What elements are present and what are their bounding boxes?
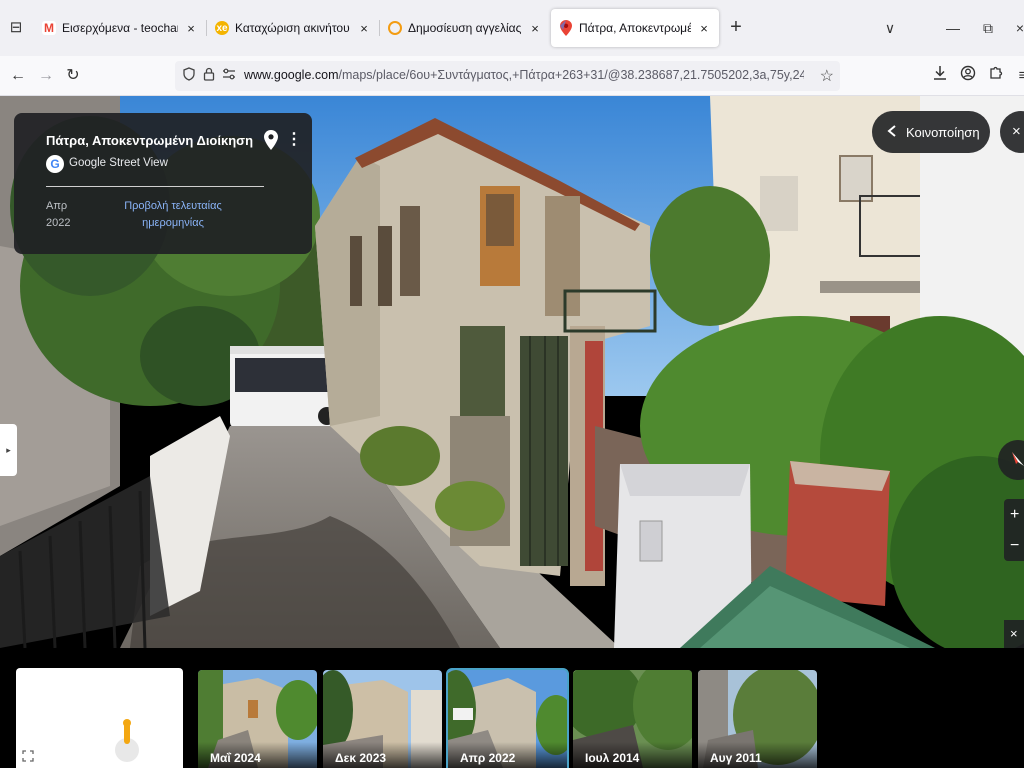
tab-spitogatos[interactable]: Δημοσίευση αγγελίας ιδιώτη | S × [380, 9, 550, 47]
expand-minimap-icon[interactable] [22, 750, 36, 764]
capture-month: Απρ [46, 200, 68, 212]
timeline-thumbnail[interactable]: Δεκ 2023 [323, 670, 442, 768]
tab-title: Εισερχόμενα - teocharalampou [62, 21, 178, 35]
share-button[interactable]: Κοινοποίηση [872, 111, 990, 153]
forward-icon[interactable]: → [35, 65, 57, 87]
divider [46, 186, 264, 187]
url-host: www.google.com [244, 68, 339, 82]
timeline-thumbnail[interactable]: Ιουλ 2014 [573, 670, 692, 768]
lock-icon[interactable] [201, 67, 217, 85]
timeline-date-label: Απρ 2022 [448, 742, 567, 768]
view-latest-date-link[interactable]: Προβολή τελευταίας ημερομηνίας [114, 198, 232, 232]
timeline-date-label: Ιουλ 2014 [573, 742, 692, 768]
extensions-icon[interactable] [985, 65, 1007, 87]
tab-title: Πάτρα, Αποκεντρωμένη Διοίκη [579, 21, 691, 35]
close-tab-icon[interactable]: × [528, 21, 542, 36]
zoom-out-button[interactable]: − [1004, 530, 1024, 561]
zoom-control: + − [1004, 499, 1024, 561]
xe-icon: xe [215, 21, 229, 35]
minimize-icon[interactable]: — [943, 17, 963, 39]
maximize-icon[interactable]: ⧉ [978, 17, 998, 39]
reload-icon[interactable]: ↻ [62, 65, 84, 87]
url-text[interactable]: www.google.com/maps/place/6ου+Συντάγματο… [244, 68, 804, 86]
more-options-icon[interactable]: ⋮ [286, 130, 302, 150]
zoom-in-button[interactable]: + [1004, 499, 1024, 530]
shield-icon[interactable] [181, 67, 197, 85]
new-tab-button[interactable]: + [726, 17, 746, 39]
bookmark-star-icon[interactable]: ☆ [820, 66, 834, 86]
compass-icon[interactable] [998, 440, 1024, 480]
navigation-bar: ← → ↻ www.google.com/maps/place/6ου+Συντ… [0, 56, 1024, 96]
timeline-date-label: Δεκ 2023 [323, 742, 442, 768]
tab-title: Καταχώριση ακινήτου | xe.gr [235, 21, 351, 35]
view-latest-line-2: ημερομηνίας [142, 217, 204, 229]
timeline-thumbnail[interactable]: Αυγ 2011 [698, 670, 817, 768]
pegman-icon[interactable] [113, 716, 141, 768]
spitogatos-icon [388, 21, 402, 35]
downloads-icon[interactable] [929, 65, 951, 87]
tab-google-maps[interactable]: Πάτρα, Αποκεντρωμένη Διοίκη × [551, 9, 719, 47]
tab-xe[interactable]: xe Καταχώριση ακινήτου | xe.gr × [207, 9, 379, 47]
timeline-date-label: Μαΐ 2024 [198, 742, 317, 768]
close-tab-icon[interactable]: × [357, 21, 371, 36]
google-maps-icon [559, 20, 573, 36]
tab-list-icon[interactable]: ⊟ [6, 18, 26, 38]
view-latest-line-1: Προβολή τελευταίας [124, 200, 222, 212]
street-view-source: Google Street View [69, 157, 168, 169]
permissions-icon[interactable] [221, 67, 237, 85]
tab-bar: ⊟ M Εισερχόμενα - teocharalampou × xe Κα… [0, 0, 1024, 56]
capture-year: 2022 [46, 217, 71, 229]
timeline-thumbnail[interactable]: Μαΐ 2024 [198, 670, 317, 768]
location-info-card: Πάτρα, Αποκεντρωμένη Διοίκηση ... ⋮ G Go… [14, 113, 312, 254]
share-icon [886, 124, 898, 141]
google-logo-icon: G [46, 155, 64, 173]
timeline-thumbnail-selected[interactable]: Απρ 2022 [446, 668, 569, 768]
back-icon[interactable]: ← [7, 65, 29, 87]
tab-title: Δημοσίευση αγγελίας ιδιώτη | S [408, 21, 522, 35]
share-label: Κοινοποίηση [906, 124, 980, 140]
url-bar[interactable]: www.google.com/maps/place/6ου+Συντάγματο… [175, 61, 840, 91]
map-pin-icon[interactable] [264, 130, 278, 150]
close-window-icon[interactable]: × [1010, 17, 1024, 39]
minimap[interactable] [16, 668, 183, 768]
close-filmstrip-button[interactable]: × [1004, 620, 1024, 648]
menu-icon[interactable]: ≡ [1012, 65, 1024, 87]
list-all-tabs-icon[interactable]: ∨ [880, 17, 900, 39]
url-path: /maps/place/6ου+Συντάγματος,+Πάτρα+263+3… [338, 68, 805, 82]
place-title[interactable]: Πάτρα, Αποκεντρωμένη Διοίκηση ... [46, 133, 256, 148]
expand-panel-arrow-icon[interactable]: ▸ [0, 424, 17, 476]
close-tab-icon[interactable]: × [184, 21, 198, 36]
gmail-icon: M [42, 21, 56, 35]
timeline-date-label: Αυγ 2011 [698, 742, 817, 768]
close-tab-icon[interactable]: × [697, 21, 711, 36]
account-icon[interactable] [957, 65, 979, 87]
tab-gmail[interactable]: M Εισερχόμενα - teocharalampou × [34, 9, 206, 47]
